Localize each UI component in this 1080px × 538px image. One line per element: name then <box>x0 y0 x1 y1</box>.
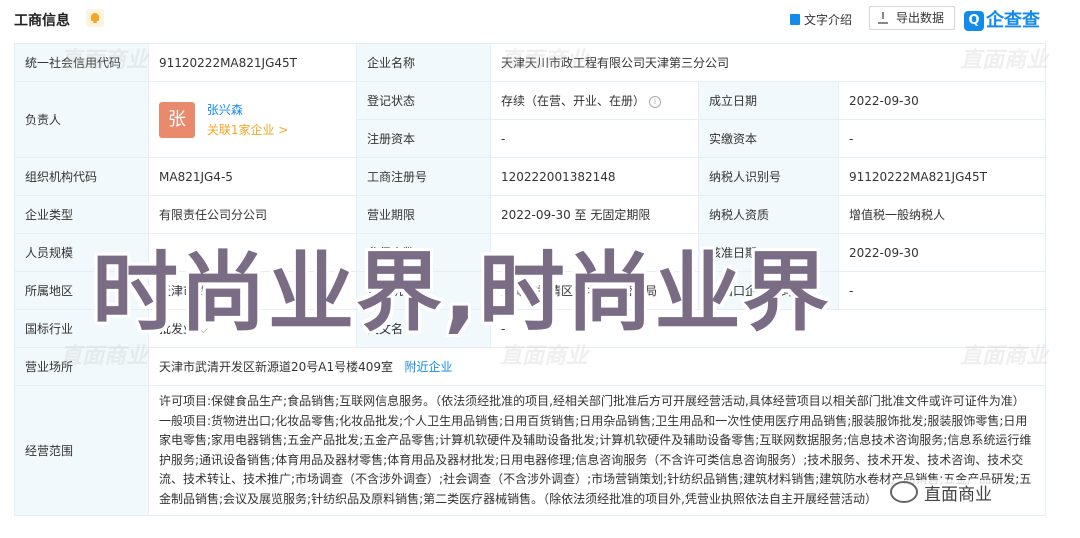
table-row: 统一社会信用代码 91120222MA821JG45T 企业名称 天津天川市政工… <box>14 43 1047 82</box>
wechat-account-name: 直面商业 <box>924 485 992 505</box>
address-cell: 天津市武清开发区新源道20号A1号楼409室 附近企业 <box>147 347 1047 386</box>
nearby-companies-link[interactable]: 附近企业 <box>404 360 452 374</box>
reg-capital-label: 注册资本 <box>356 119 491 158</box>
info-icon[interactable]: i <box>649 96 662 108</box>
section-header: 工商信息 文字介绍 导出数据 Q 企查查 <box>0 0 1080 38</box>
text-intro-button[interactable]: 文字介绍 <box>790 11 852 28</box>
import-export-code-value: - <box>837 271 1047 310</box>
section-title: 工商信息 <box>14 13 70 29</box>
reg-no-label: 工商注册号 <box>356 157 491 196</box>
qichacha-logo: Q 企查查 <box>964 6 1040 32</box>
address-value: 天津市武清开发区新源道20号A1号楼409室 <box>159 360 394 374</box>
wechat-account-tag: 直面商业 <box>890 480 992 505</box>
est-date-value: 2022-09-30 <box>837 81 1047 120</box>
download-icon <box>878 12 888 24</box>
avatar[interactable]: 张 <box>159 101 195 138</box>
company-name-label: 企业名称 <box>356 43 491 82</box>
credit-code-label: 统一社会信用代码 <box>14 43 149 82</box>
document-icon <box>790 14 800 25</box>
approval-date-value: 2022-09-30 <box>837 233 1047 272</box>
legal-person-label: 负责人 <box>14 81 149 158</box>
person-name-link[interactable]: 张兴森 <box>207 103 243 117</box>
paid-capital-label: 实缴资本 <box>698 119 839 158</box>
est-date-label: 成立日期 <box>698 81 839 120</box>
overlay-caption: 时尚业界,时尚业界 <box>92 243 831 343</box>
reg-capital-value: - <box>490 119 699 158</box>
wechat-icon <box>890 481 918 503</box>
logo-mark: Q <box>964 11 984 31</box>
legal-person-cell: 张 张兴森 关联1家企业 > <box>148 81 357 158</box>
logo-text: 企查查 <box>986 10 1040 31</box>
credit-code-value: 91120222MA821JG45T <box>148 43 357 82</box>
company-name-value: 天津天川市政工程有限公司天津第三分公司 <box>489 43 1047 82</box>
table-row: 营业场所 天津市武清开发区新源道20号A1号楼409室 附近企业 <box>14 347 1047 386</box>
tax-qualification-value: 增值税一般纳税人 <box>837 195 1047 234</box>
org-code-value: MA821JG4-5 <box>148 157 357 196</box>
org-code-label: 组织机构代码 <box>14 157 149 196</box>
text-intro-label: 文字介绍 <box>804 13 853 27</box>
related-companies-link[interactable]: 关联1家企业 > <box>207 123 289 137</box>
export-label: 导出数据 <box>896 11 945 25</box>
bell-icon[interactable] <box>86 9 104 27</box>
table-row: 组织机构代码 MA821JG4-5 工商注册号 120222001382148 … <box>14 157 1047 196</box>
table-row: 负责人 张 张兴森 关联1家企业 > 登记状态 存续（在营、开业、在册） i 成立… <box>14 81 1047 158</box>
status-label: 登记状态 <box>356 81 491 120</box>
paid-capital-value: - <box>837 119 1047 158</box>
person-block: 张兴森 关联1家企业 > <box>207 100 289 140</box>
export-data-button[interactable]: 导出数据 <box>869 6 955 30</box>
reg-no-value: 120222001382148 <box>490 157 699 196</box>
address-label: 营业场所 <box>14 347 149 386</box>
business-scope-label: 经营范围 <box>14 385 149 516</box>
tax-id-value: 91120222MA821JG45T <box>837 157 1047 196</box>
status-value: 存续（在营、开业、在册） <box>501 94 646 108</box>
tax-id-label: 纳税人识别号 <box>698 157 839 196</box>
status-cell: 存续（在营、开业、在册） i <box>490 81 699 120</box>
